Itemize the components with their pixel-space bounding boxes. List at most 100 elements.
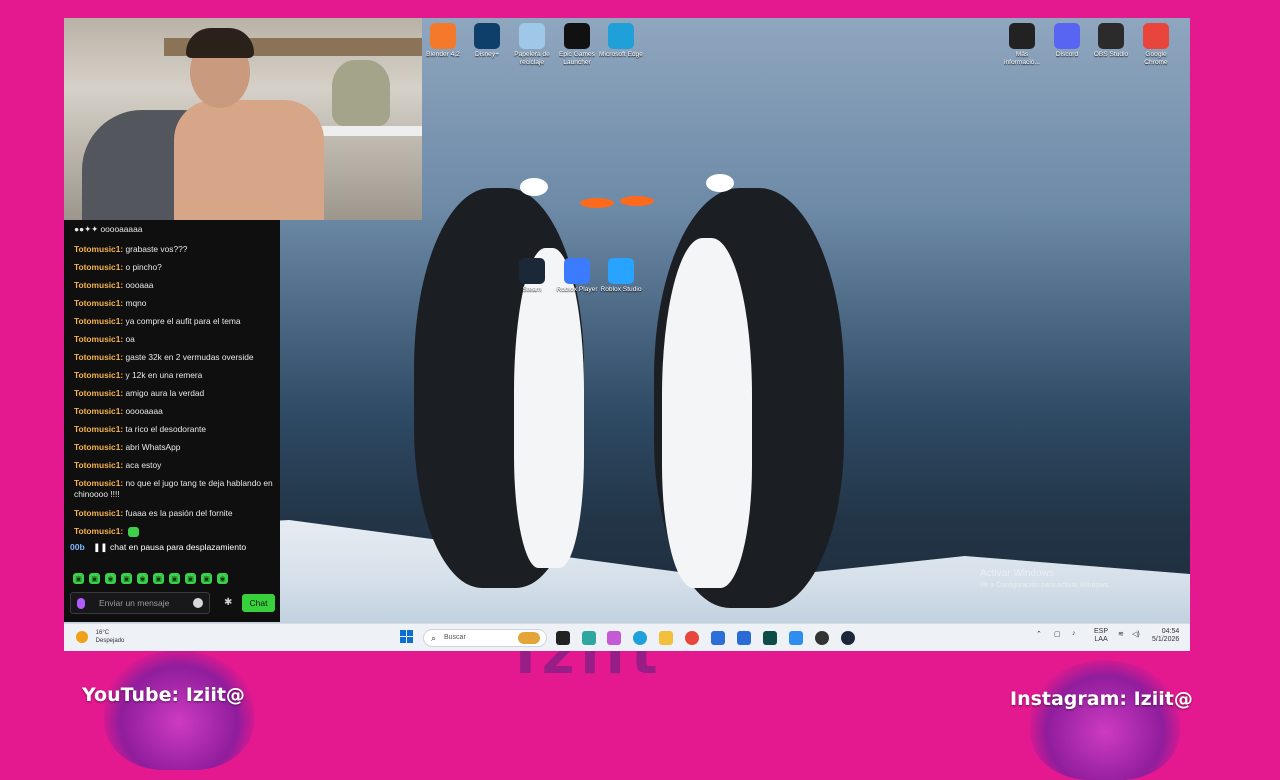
file-explorer-icon[interactable] [659,631,673,645]
chat-username[interactable]: Totomusic1: [74,352,123,362]
chat-message: Totomusic1: aca estoy [74,460,274,471]
chevron-up-icon[interactable]: ⌃ [1036,630,1042,638]
chat-username[interactable]: Totomusic1: [74,316,123,326]
weather-desc: Despejado [95,638,125,644]
emote-icon[interactable]: ▣ [121,573,132,584]
chat-send-button[interactable]: Chat [242,594,275,612]
steam-desktop-shortcut[interactable]: Steam [509,258,555,294]
wallpaper-penguin-right [614,158,874,618]
emote-bar: ▣ ▣ ◉ ▣ ◉ ▣ ▣ ▣ ▣ ◉ [73,573,228,584]
bits-label: 00b [70,542,85,552]
chat-username[interactable]: Totomusic1: [74,424,123,434]
epic-games-desktop-shortcut[interactable]: Epic Games Launcher [554,23,600,67]
search-placeholder: Buscar [444,634,466,641]
chat-username[interactable]: Totomusic1: [74,460,123,470]
chat-username[interactable]: Totomusic1: [74,442,123,452]
info-icon [1009,23,1035,49]
roblox-studio-desktop-shortcut[interactable]: Roblox Studio [598,258,644,294]
shortcut-label: Roblox Studio [600,286,642,293]
emote-icon[interactable]: ▣ [185,573,196,584]
chat-username[interactable]: Totomusic1: [74,478,123,488]
chat-paused-banner[interactable]: 00b ❚❚ chat en pausa para desplazamiento [70,542,270,556]
emote-icon[interactable]: ▣ [73,573,84,584]
obs-taskbar-icon[interactable] [815,631,829,645]
blender-desktop-shortcut[interactable]: Blender 4.2 [420,23,466,59]
app-icon[interactable] [789,631,803,645]
search-icon: ⌕ [431,633,437,643]
chat-message: Totomusic1: abri WhatsApp [74,442,274,453]
emoji-icon[interactable] [193,598,203,608]
store-icon[interactable] [737,631,751,645]
chat-username[interactable]: Totomusic1: [74,334,123,344]
blender-icon [430,23,456,49]
chat-username[interactable]: Totomusic1: [74,244,123,254]
chat-username[interactable]: Totomusic1: [74,370,123,380]
wallpaper-penguin-left [394,158,634,598]
tray-icon[interactable]: ▢ [1054,630,1061,638]
recycle-bin-desktop-shortcut[interactable]: Papelera de reciclaje [509,23,555,67]
windows-start-icon[interactable] [400,630,414,644]
emote-icon[interactable]: ◉ [137,573,148,584]
language-indicator[interactable]: ESP LAA [1094,628,1108,644]
chat-message-text: oooaaa [125,280,154,290]
chat-message-input[interactable]: Enviar un mensaje [70,592,210,614]
chat-username[interactable]: Totomusic1: [74,508,123,518]
roblox-player-desktop-shortcut[interactable]: Roblox Player [554,258,600,294]
disney-plus-desktop-shortcut[interactable]: Disney+ [464,23,510,59]
emote-icon [127,526,139,537]
mic-icon[interactable] [77,598,85,609]
chat-message-text: ooooaaaa [125,406,163,416]
app-icon[interactable] [763,631,777,645]
shortcut-label: Steam [522,286,542,293]
windows-activation-watermark: Activar Windows Ve a Configuración para … [980,568,1110,589]
chat-input-placeholder: Enviar un mensaje [99,598,170,608]
discord-desktop-shortcut[interactable]: Discord [1044,23,1090,59]
clock[interactable]: 04:54 5/1/2026 [1152,628,1179,644]
emote-icon[interactable]: ▣ [89,573,100,584]
outlook-icon[interactable] [711,631,725,645]
chrome-desktop-shortcut[interactable]: Google Chrome [1133,23,1179,67]
recycle-bin-icon [519,23,545,49]
emote-icon[interactable]: ◉ [217,573,228,584]
chat-username[interactable]: Totomusic1: [74,388,123,398]
chat-message: Totomusic1: amigo aura la verdad [74,388,274,399]
roblox-studio-icon [608,258,634,284]
chat-message-text: ta rico el desodorante [125,424,207,434]
obs-desktop-shortcut[interactable]: OBS Studio [1088,23,1134,59]
chat-message: Totomusic1: oa [74,334,274,345]
taskbar-search-box[interactable]: ⌕ Buscar [423,629,547,647]
steam-taskbar-icon[interactable] [841,631,855,645]
app-icon[interactable] [607,631,621,645]
instagram-label: Instagram: Iziit@ [1010,688,1193,710]
weather-widget[interactable]: 16°C Despejado [76,629,124,645]
pause-text: chat en pausa para desplazamiento [110,542,247,552]
chat-message-text: abri WhatsApp [125,442,181,452]
task-view-icon[interactable] [556,631,570,645]
wifi-icon[interactable]: ≋ [1118,630,1124,638]
emote-icon[interactable]: ▣ [169,573,180,584]
chrome-taskbar-icon[interactable] [685,631,699,645]
shortcut-label: Epic Games Launcher [559,51,595,66]
copilot-icon[interactable] [582,631,596,645]
chat-username[interactable]: Totomusic1: [74,526,123,536]
shortcut-label: Más informació... [1004,51,1040,66]
chat-username[interactable]: Totomusic1: [74,262,123,272]
weather-temp: 16°C [95,630,110,636]
speaker-icon[interactable]: ◁) [1132,630,1140,638]
emote-icon[interactable]: ◉ [105,573,116,584]
chat-username[interactable]: Totomusic1: [74,298,123,308]
emote-icon[interactable]: ▣ [153,573,164,584]
chat-username[interactable]: Totomusic1: [74,280,123,290]
chat-message-text: y 12k en una remera [125,370,203,380]
info-desktop-shortcut[interactable]: Más informació... [999,23,1045,67]
steam-icon [519,258,545,284]
chat-username[interactable]: Totomusic1: [74,406,123,416]
chat-message-text: ya compre el aufit para el tema [125,316,241,326]
emote-icon[interactable]: ▣ [201,573,212,584]
edge-taskbar-icon[interactable] [633,631,647,645]
edge-desktop-shortcut[interactable]: Microsoft Edge [598,23,644,59]
mic-tray-icon[interactable]: ♪ [1072,630,1076,637]
watermark-subtitle: Ve a Configuración para activar Windows. [980,582,1110,589]
gear-icon[interactable]: ✱ [224,598,234,608]
shortcut-label: Google Chrome [1144,51,1168,66]
